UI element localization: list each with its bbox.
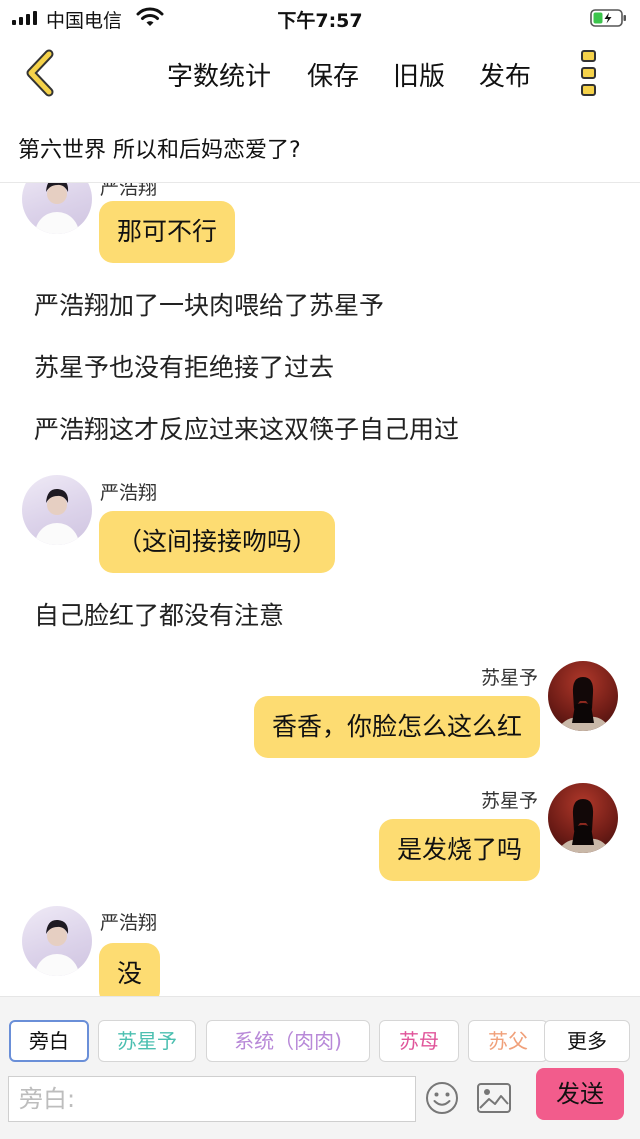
top-nav-bar: 字数统计 保存 旧版 发布 (0, 36, 640, 112)
chat-area[interactable]: 严浩翔 那可不行 严浩翔加了一块肉喂给了苏星予 苏星予也没有拒绝接了过去 严浩翔… (0, 183, 640, 996)
clock-time: 下午7:57 (277, 10, 363, 32)
sender-name: 严浩翔 (100, 183, 158, 199)
more-roles-button[interactable]: 更多 (544, 1020, 630, 1062)
narration-text: 自己脸红了都没有注意 (34, 601, 285, 630)
send-button[interactable]: 发送 (536, 1068, 624, 1120)
battery-icon (590, 9, 626, 27)
message-bubble[interactable]: 是发烧了吗 (378, 819, 540, 881)
publish-button[interactable]: 发布 (479, 56, 531, 93)
old-version-button[interactable]: 旧版 (393, 56, 445, 93)
role-chip-system[interactable]: 系统（肉肉) (206, 1020, 370, 1062)
role-chip-su-xingyu[interactable]: 苏星予 (98, 1020, 196, 1062)
role-chip-narration[interactable]: 旁白 (9, 1020, 89, 1062)
emoji-icon[interactable] (424, 1080, 460, 1116)
narration-text: 严浩翔这才反应过来这双筷子自己用过 (34, 415, 460, 444)
sender-name: 苏星予 (480, 667, 538, 689)
narration-text: 苏星予也没有拒绝接了过去 (34, 353, 335, 382)
sender-name: 严浩翔 (100, 912, 158, 934)
message-bubble[interactable]: 那可不行 (99, 201, 236, 263)
back-chevron-icon[interactable] (18, 48, 64, 98)
avatar[interactable] (22, 906, 92, 976)
sender-name: 严浩翔 (100, 482, 158, 504)
avatar[interactable] (22, 475, 92, 545)
message-bubble[interactable]: 没 (99, 943, 161, 996)
chapter-title: 第六世界 所以和后妈恋爱了? (18, 138, 301, 163)
avatar[interactable] (548, 783, 618, 853)
avatar[interactable] (548, 661, 618, 731)
message-bubble[interactable]: （这间接接吻吗） (99, 511, 336, 573)
avatar[interactable] (22, 183, 92, 234)
role-chip-su-mother[interactable]: 苏母 (379, 1020, 459, 1062)
status-bar: 中国电信 下午7:57 (0, 0, 640, 36)
composer-toolbar: 旁白 苏星予 系统（肉肉) 苏母 苏父 更多 发送 (0, 996, 640, 1139)
word-count-button[interactable]: 字数统计 (167, 56, 271, 93)
more-menu-icon[interactable] (576, 48, 602, 98)
image-icon[interactable] (476, 1082, 512, 1114)
role-chip-su-father[interactable]: 苏父 (468, 1020, 548, 1062)
message-input[interactable] (8, 1076, 416, 1122)
save-button[interactable]: 保存 (307, 56, 359, 93)
message-bubble[interactable]: 香香，你脸怎么这么红 (253, 696, 540, 758)
sender-name: 苏星予 (480, 790, 538, 812)
narration-text: 严浩翔加了一块肉喂给了苏星予 (34, 291, 385, 320)
